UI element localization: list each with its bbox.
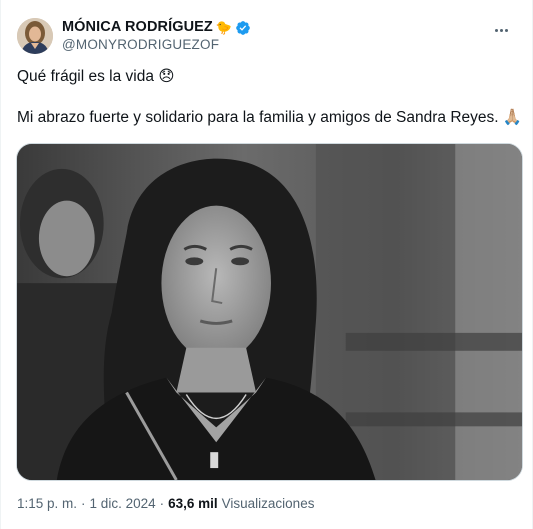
tweet-text-line2: Mi abrazo fuerte y solidario para la fam…: [17, 109, 523, 126]
meta-separator-2: ·: [159, 496, 165, 511]
photo-grayscale-portrait: [17, 144, 522, 480]
tweet-text-line1: Qué frágil es la vida 😞: [17, 68, 175, 85]
tweet-photo[interactable]: [16, 143, 523, 481]
author-display-name[interactable]: MÓNICA RODRÍGUEZ: [62, 19, 213, 36]
verified-badge-icon: [236, 20, 250, 35]
more-dots-icon[interactable]: [490, 24, 512, 36]
tweet-text: Qué frágil es la vida 😞 Mi abrazo fuerte…: [17, 67, 522, 128]
meta-separator: ·: [81, 496, 86, 511]
tweet-header: MÓNICA RODRÍGUEZ 🐤 @MONYRODRIGUEZOF: [17, 14, 518, 58]
chick-emoji: 🐤: [215, 20, 233, 35]
avatar[interactable]: [17, 18, 53, 54]
tweet-date[interactable]: 1 dic. 2024: [90, 496, 156, 511]
views-label: Visualizaciones: [221, 496, 315, 511]
author-handle[interactable]: @MONYRODRIGUEZOF: [62, 36, 251, 53]
tweet-meta: 1:15 p. m. · 1 dic. 2024 · 63,6 mil Visu…: [17, 496, 314, 511]
tweet-card: MÓNICA RODRÍGUEZ 🐤 @MONYRODRIGUEZOF Qué …: [0, 0, 533, 529]
tweet-time[interactable]: 1:15 p. m.: [17, 496, 77, 511]
views-count: 63,6 mil: [168, 496, 218, 511]
author-names: MÓNICA RODRÍGUEZ 🐤 @MONYRODRIGUEZOF: [62, 19, 251, 53]
